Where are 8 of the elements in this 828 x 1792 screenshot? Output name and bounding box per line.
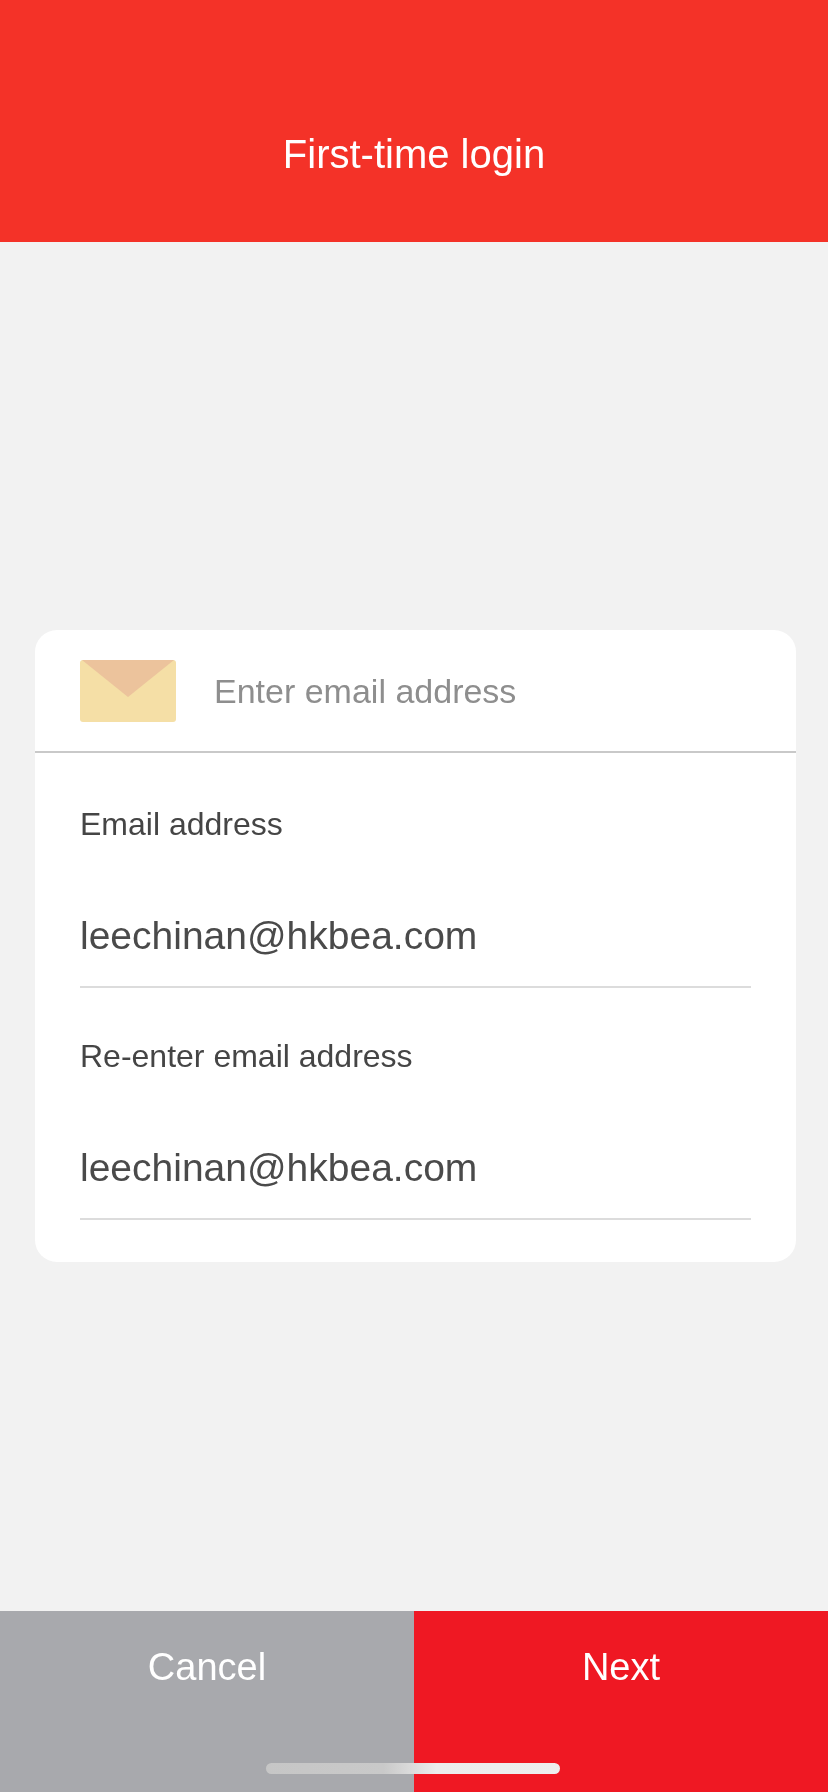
next-button[interactable]: Next: [414, 1611, 828, 1792]
field-label: Re-enter email address: [80, 1037, 414, 1075]
email-field[interactable]: leechinan@hkbea.com: [80, 913, 751, 988]
email-field[interactable]: leechinan@hkbea.com: [80, 1145, 751, 1220]
email-input-field[interactable]: Enter email address: [214, 669, 766, 712]
envelope-icon: [80, 659, 176, 722]
field-label: Email address: [80, 805, 284, 843]
page-title: First-time login: [282, 131, 546, 178]
